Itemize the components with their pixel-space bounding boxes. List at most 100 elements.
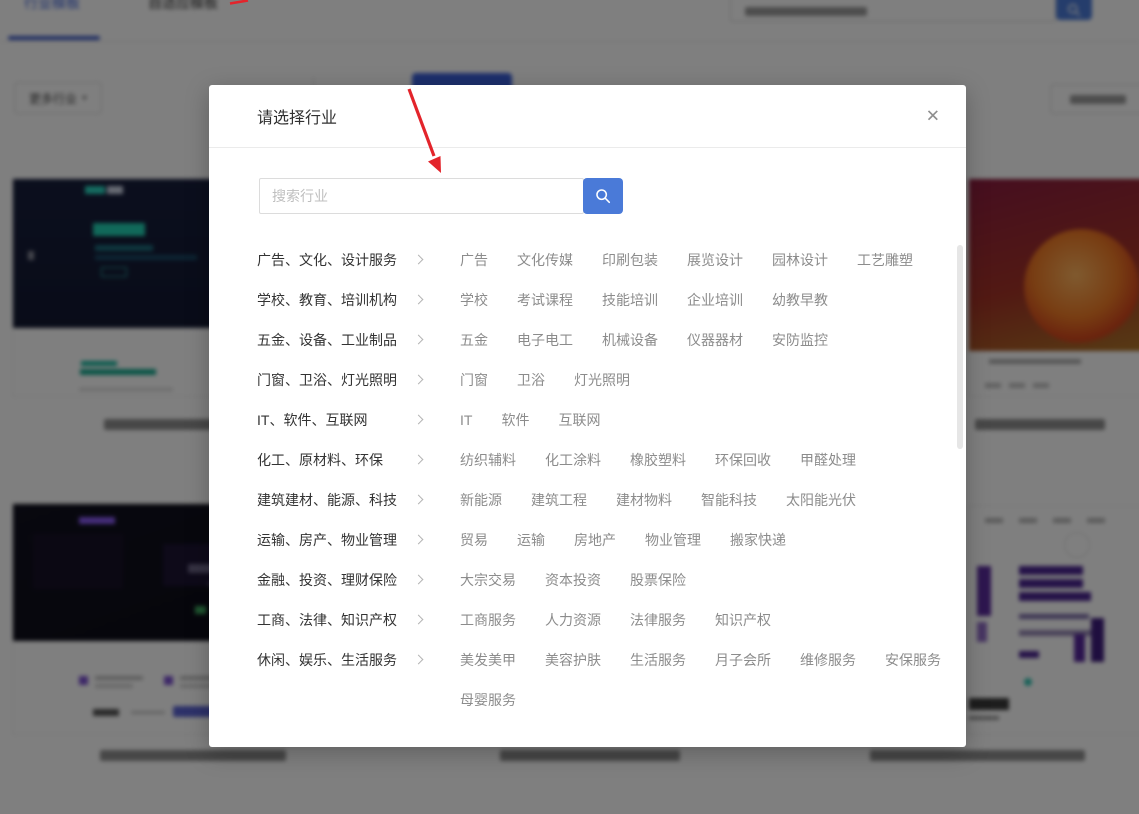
category-row: 建筑建材、能源、科技 新能源建筑工程建材物料智能科技太阳能光伏: [257, 480, 946, 520]
category-label[interactable]: 金融、投资、理财保险: [257, 560, 415, 600]
industry-tag[interactable]: 电子电工: [517, 320, 573, 360]
category-label[interactable]: 建筑建材、能源、科技: [257, 480, 415, 520]
tag-group: 大宗交易资本投资股票保险: [460, 560, 942, 600]
chevron-box: [415, 240, 460, 268]
industry-tag[interactable]: 股票保险: [630, 560, 686, 600]
category-label[interactable]: 五金、设备、工业制品: [257, 320, 415, 360]
industry-tag[interactable]: 新能源: [460, 480, 502, 520]
industry-tag[interactable]: 月子会所: [715, 640, 771, 680]
industry-tag[interactable]: 软件: [501, 400, 529, 440]
chevron-box: [415, 480, 460, 508]
industry-tag[interactable]: 技能培训: [602, 280, 658, 320]
category-row: 门窗、卫浴、灯光照明 门窗卫浴灯光照明: [257, 360, 946, 400]
industry-tag[interactable]: 幼教早教: [772, 280, 828, 320]
screen: 行业模板 自适应模板 更多行业 ▾: [0, 0, 1139, 814]
industry-tag[interactable]: 大宗交易: [460, 560, 516, 600]
chevron-right-icon: [414, 375, 424, 385]
industry-tag[interactable]: 人力资源: [545, 600, 601, 640]
industry-tag[interactable]: 卫浴: [517, 360, 545, 400]
category-list: 广告、文化、设计服务广告文化传媒印刷包装展览设计园林设计工艺雕塑学校、教育、培训…: [257, 240, 946, 720]
chevron-right-icon: [414, 295, 424, 305]
industry-tag[interactable]: 环保回收: [715, 440, 771, 480]
industry-tag[interactable]: 搬家快递: [730, 520, 786, 560]
chevron-box: [415, 320, 460, 348]
industry-tag[interactable]: 维修服务: [800, 640, 856, 680]
industry-tag[interactable]: 知识产权: [715, 600, 771, 640]
industry-tag[interactable]: 园林设计: [772, 240, 828, 280]
modal-scrollbar-thumb[interactable]: [957, 245, 963, 449]
industry-tag[interactable]: 物业管理: [645, 520, 701, 560]
industry-tag[interactable]: 建材物料: [616, 480, 672, 520]
industry-tag[interactable]: 互联网: [558, 400, 600, 440]
industry-tag[interactable]: 学校: [460, 280, 488, 320]
industry-tag[interactable]: 仪器器材: [687, 320, 743, 360]
industry-tag[interactable]: 安防监控: [772, 320, 828, 360]
category-row: 化工、原材料、环保 纺织辅料化工涂料橡胶塑料环保回收甲醛处理: [257, 440, 946, 480]
tag-group: 五金电子电工机械设备仪器器材安防监控: [460, 320, 942, 360]
category-row: 学校、教育、培训机构 学校考试课程技能培训企业培训幼教早教: [257, 280, 946, 320]
chevron-right-icon: [414, 255, 424, 265]
industry-tag[interactable]: 甲醛处理: [800, 440, 856, 480]
industry-tag[interactable]: 智能科技: [701, 480, 757, 520]
category-row: 广告、文化、设计服务 广告文化传媒印刷包装展览设计园林设计工艺雕塑: [257, 240, 946, 280]
industry-tag[interactable]: 资本投资: [545, 560, 601, 600]
select-industry-modal: 请选择行业 ✕ 广告、文化、设计服务广告文化传媒印刷包装展览设计园林设计工艺雕塑…: [209, 85, 966, 747]
category-label[interactable]: 广告、文化、设计服务: [257, 240, 415, 280]
search-icon: [594, 187, 612, 205]
chevron-box: [415, 600, 460, 628]
chevron-right-icon: [414, 535, 424, 545]
industry-tag[interactable]: 美发美甲: [460, 640, 516, 680]
industry-tag[interactable]: 企业培训: [687, 280, 743, 320]
industry-tag[interactable]: 灯光照明: [574, 360, 630, 400]
industry-tag[interactable]: 工商服务: [460, 600, 516, 640]
chevron-right-icon: [414, 655, 424, 665]
industry-tag[interactable]: 安保服务: [885, 640, 941, 680]
industry-tag[interactable]: 展览设计: [687, 240, 743, 280]
category-label[interactable]: 学校、教育、培训机构: [257, 280, 415, 320]
industry-tag[interactable]: 贸易: [460, 520, 488, 560]
industry-tag[interactable]: 工艺雕塑: [857, 240, 913, 280]
industry-tag[interactable]: 法律服务: [630, 600, 686, 640]
category-label[interactable]: IT、软件、互联网: [257, 400, 415, 440]
industry-tag[interactable]: 生活服务: [630, 640, 686, 680]
category-row: 工商、法律、知识产权 工商服务人力资源法律服务知识产权: [257, 600, 946, 640]
industry-search-button[interactable]: [583, 178, 623, 214]
industry-tag[interactable]: 房地产: [574, 520, 616, 560]
industry-tag[interactable]: 印刷包装: [602, 240, 658, 280]
industry-tag[interactable]: 橡胶塑料: [630, 440, 686, 480]
industry-search-input[interactable]: [259, 178, 584, 214]
industry-tag[interactable]: 美容护肤: [545, 640, 601, 680]
category-label[interactable]: 工商、法律、知识产权: [257, 600, 415, 640]
industry-tag[interactable]: 母婴服务: [460, 680, 516, 720]
chevron-box: [415, 560, 460, 588]
industry-tag[interactable]: 建筑工程: [531, 480, 587, 520]
industry-tag[interactable]: 运输: [517, 520, 545, 560]
industry-tag[interactable]: 纺织辅料: [460, 440, 516, 480]
tag-group: 纺织辅料化工涂料橡胶塑料环保回收甲醛处理: [460, 440, 942, 480]
chevron-box: [415, 400, 460, 428]
chevron-box: [415, 440, 460, 468]
tag-group: 贸易运输房地产物业管理搬家快递: [460, 520, 942, 560]
chevron-right-icon: [414, 455, 424, 465]
category-row: IT、软件、互联网 IT 软件互联网: [257, 400, 946, 440]
industry-tag[interactable]: 门窗: [460, 360, 488, 400]
industry-tag[interactable]: 广告: [460, 240, 488, 280]
category-label[interactable]: 运输、房产、物业管理: [257, 520, 415, 560]
category-label[interactable]: 门窗、卫浴、灯光照明: [257, 360, 415, 400]
category-row: 金融、投资、理财保险 大宗交易资本投资股票保险: [257, 560, 946, 600]
chevron-box: [415, 640, 460, 668]
category-row: 运输、房产、物业管理 贸易运输房地产物业管理搬家快递: [257, 520, 946, 560]
tag-group: 广告文化传媒印刷包装展览设计园林设计工艺雕塑: [460, 240, 942, 280]
industry-tag[interactable]: 太阳能光伏: [786, 480, 856, 520]
close-icon[interactable]: ✕: [926, 108, 940, 125]
tag-group: 新能源建筑工程建材物料智能科技太阳能光伏: [460, 480, 942, 520]
industry-tag[interactable]: 考试课程: [517, 280, 573, 320]
tag-group: 工商服务人力资源法律服务知识产权: [460, 600, 942, 640]
industry-tag[interactable]: 化工涂料: [545, 440, 601, 480]
category-label[interactable]: 休闲、娱乐、生活服务: [257, 640, 415, 680]
industry-tag[interactable]: 机械设备: [602, 320, 658, 360]
industry-tag[interactable]: 五金: [460, 320, 488, 360]
industry-tag[interactable]: 文化传媒: [517, 240, 573, 280]
industry-tag[interactable]: IT: [460, 400, 472, 440]
category-label[interactable]: 化工、原材料、环保: [257, 440, 415, 480]
